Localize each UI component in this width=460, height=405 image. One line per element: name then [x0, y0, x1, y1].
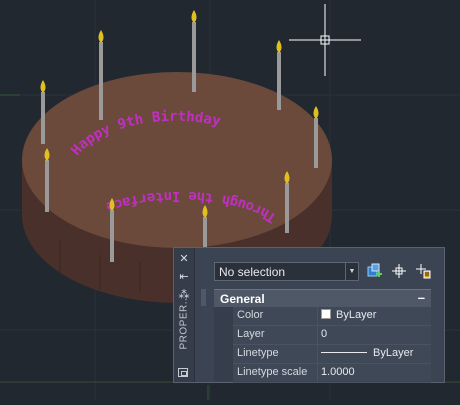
- property-row-layer[interactable]: Layer 0: [233, 326, 431, 345]
- candle-flame: [40, 80, 46, 93]
- candle-flame: [276, 40, 282, 53]
- properties-palette[interactable]: ✕ ⇤ ⁂ PROPER... No selection ▼ General –…: [173, 247, 445, 383]
- color-swatch-icon: [321, 309, 331, 319]
- column-divider: [317, 307, 318, 325]
- property-name: Linetype scale: [237, 366, 308, 378]
- property-value[interactable]: ByLayer: [321, 309, 376, 321]
- candle-flame: [313, 106, 319, 119]
- property-name: Layer: [237, 328, 265, 340]
- candle: [41, 92, 45, 144]
- candle: [314, 118, 318, 168]
- color-value-text: ByLayer: [336, 309, 377, 321]
- candle-flame: [191, 10, 197, 23]
- section-general-header[interactable]: General –: [214, 289, 431, 307]
- column-divider: [317, 326, 318, 344]
- palette-title: PROPER...: [178, 294, 190, 350]
- property-row-linetype[interactable]: Linetype ByLayer: [233, 345, 431, 364]
- section-grip: [201, 289, 206, 306]
- crosshair-cursor: [289, 4, 361, 76]
- property-value[interactable]: 1.0000: [321, 366, 355, 378]
- selection-dropdown-value: No selection: [219, 265, 286, 279]
- property-name: Color: [237, 309, 264, 321]
- candle: [285, 183, 289, 233]
- property-value[interactable]: 0: [321, 328, 327, 340]
- linetype-value-text: ByLayer: [373, 347, 414, 359]
- linetype-preview-icon: [321, 352, 367, 353]
- close-icon[interactable]: ✕: [177, 252, 191, 266]
- column-divider: [317, 364, 318, 382]
- palette-menu-icon[interactable]: [178, 368, 188, 377]
- column-divider: [317, 345, 318, 363]
- auto-hide-icon[interactable]: ⇤: [177, 270, 191, 284]
- candle: [192, 22, 196, 92]
- select-objects-icon[interactable]: [390, 262, 408, 280]
- drawing-area[interactable]: Happy 9th Birthday Through the Interface…: [0, 0, 460, 400]
- candle: [277, 52, 281, 110]
- rows-margin: [214, 307, 233, 381]
- selection-dropdown[interactable]: No selection ▼: [214, 262, 359, 281]
- collapse-icon[interactable]: –: [418, 290, 425, 305]
- candle: [99, 42, 103, 120]
- quick-select-icon[interactable]: [414, 262, 432, 280]
- section-title: General: [220, 292, 265, 306]
- property-row-linetype-scale[interactable]: Linetype scale 1.0000: [233, 364, 431, 383]
- chevron-down-icon[interactable]: ▼: [345, 263, 358, 280]
- candle: [110, 210, 114, 262]
- palette-title-strip[interactable]: ✕ ⇤ ⁂ PROPER...: [174, 248, 195, 382]
- property-name: Linetype: [237, 347, 279, 359]
- candle: [45, 160, 49, 212]
- toggle-pickadd-icon[interactable]: [366, 262, 384, 280]
- property-row-color[interactable]: Color ByLayer: [233, 307, 431, 326]
- candle: [203, 217, 207, 247]
- candle-flame: [98, 30, 104, 43]
- property-value[interactable]: ByLayer: [321, 347, 413, 359]
